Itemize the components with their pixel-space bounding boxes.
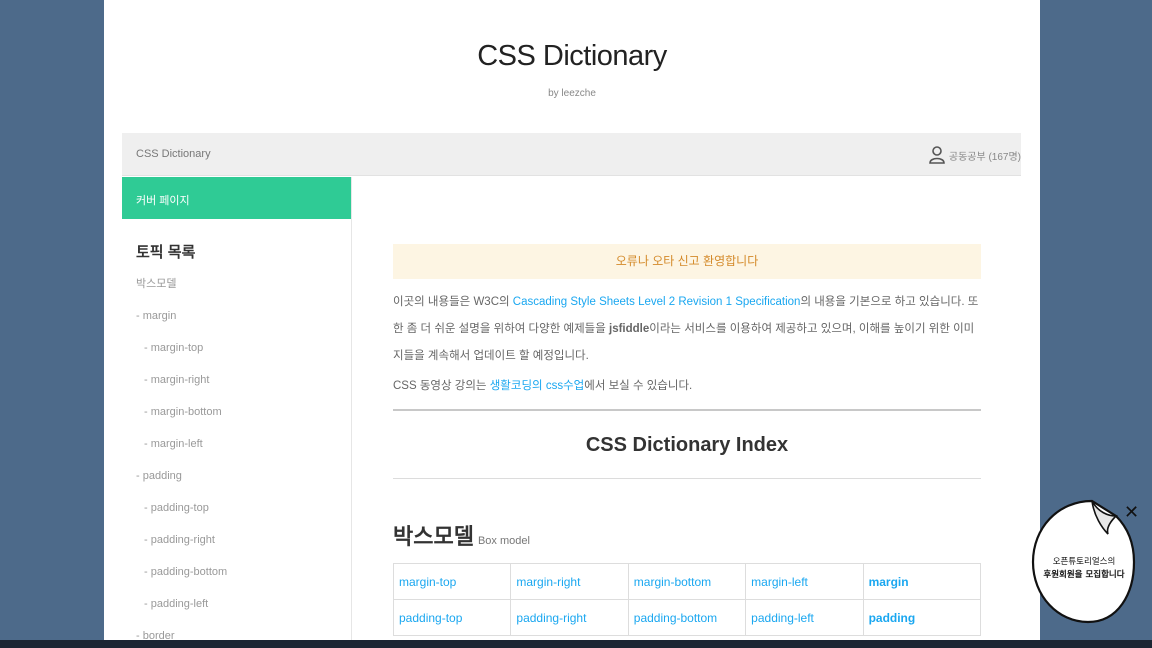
topbar-title[interactable]: CSS Dictionary bbox=[136, 148, 211, 160]
topic-list-heading: 토픽 목록 bbox=[136, 244, 196, 261]
table-cell-link[interactable]: padding-bottom bbox=[627, 599, 747, 636]
topic-item-padding[interactable]: - padding bbox=[136, 469, 227, 501]
css-lecture-link[interactable]: 생활코딩의 css수업 bbox=[490, 380, 585, 392]
topic-item-margin[interactable]: - margin bbox=[136, 309, 227, 341]
topic-item-padding-bottom[interactable]: - padding-bottom bbox=[136, 565, 227, 597]
box-model-heading: 박스모델 Box model bbox=[393, 519, 981, 551]
table-cell-link[interactable]: padding-left bbox=[745, 599, 864, 636]
member-count-label: 공동공부 (167명) bbox=[948, 151, 1021, 163]
table-row: margin-top margin-right margin-bottom ma… bbox=[392, 563, 982, 600]
cover-page-button[interactable]: 커버 페이지 bbox=[122, 177, 351, 219]
site-byline: by leezche bbox=[548, 88, 596, 99]
window-bottom-bar bbox=[0, 640, 1152, 648]
topic-item-margin-left[interactable]: - margin-left bbox=[136, 437, 227, 469]
table-cell-link[interactable]: margin-left bbox=[745, 563, 864, 600]
topic-item-border[interactable]: - border bbox=[136, 629, 227, 640]
main-content: 오류나 오타 신고 환영합니다 이곳의 내용들은 W3C의 Cascading … bbox=[392, 244, 982, 636]
table-cell-link[interactable]: margin-top bbox=[392, 563, 512, 600]
page-container: CSS Dictionary by leezche CSS Dictionary… bbox=[104, 0, 1040, 640]
user-icon bbox=[929, 146, 945, 164]
index-title: CSS Dictionary Index bbox=[393, 411, 981, 479]
topic-item-margin-right[interactable]: - margin-right bbox=[136, 373, 227, 405]
table-cell-link[interactable]: margin-right bbox=[510, 563, 629, 600]
topic-item-padding-right[interactable]: - padding-right bbox=[136, 533, 227, 565]
table-cell-link[interactable]: margin-bottom bbox=[627, 563, 747, 600]
table-cell-link[interactable]: padding-right bbox=[510, 599, 629, 636]
topic-item-margin-bottom[interactable]: - margin-bottom bbox=[136, 405, 227, 437]
lecture-paragraph: CSS 동영상 강의는 생활코딩의 css수업에서 보실 수 있습니다. bbox=[393, 376, 981, 396]
property-table: margin-top margin-right margin-bottom ma… bbox=[392, 563, 982, 636]
popup-line-1: 오픈튜토리얼스의 bbox=[1053, 556, 1116, 567]
table-cell-link[interactable]: padding bbox=[862, 599, 982, 636]
table-cell-link[interactable]: padding-top bbox=[392, 599, 512, 636]
notice-banner: 오류나 오타 신고 환영합니다 bbox=[393, 244, 981, 279]
topic-list: 박스모델 - margin - margin-top - margin-righ… bbox=[136, 277, 227, 640]
topic-item-padding-left[interactable]: - padding-left bbox=[136, 597, 227, 629]
topic-item-padding-top[interactable]: - padding-top bbox=[136, 501, 227, 533]
lecture-text-start: CSS 동영상 강의는 bbox=[393, 380, 490, 392]
close-icon[interactable]: ✕ bbox=[1124, 502, 1139, 523]
box-model-title: 박스모델 bbox=[393, 524, 474, 549]
intro-paragraph: 이곳의 내용들은 W3C의 Cascading Style Sheets Lev… bbox=[393, 289, 981, 370]
box-model-subtitle: Box model bbox=[477, 535, 530, 547]
sponsor-popup[interactable]: 오픈튜토리얼스의 후원회원을 모집합니다 bbox=[1030, 498, 1138, 626]
topic-item-box-model[interactable]: 박스모델 bbox=[136, 277, 227, 309]
popup-line-2: 후원회원을 모집합니다 bbox=[1043, 569, 1124, 580]
lecture-text-end: 에서 보실 수 있습니다. bbox=[584, 380, 693, 392]
w3c-spec-link[interactable]: Cascading Style Sheets Level 2 Revision … bbox=[513, 296, 801, 308]
topic-item-margin-top[interactable]: - margin-top bbox=[136, 341, 227, 373]
site-title[interactable]: CSS Dictionary bbox=[104, 40, 1040, 73]
sidebar: 커버 페이지 토픽 목록 박스모델 - margin - margin-top … bbox=[122, 177, 352, 640]
table-row: padding-top padding-right padding-bottom… bbox=[392, 599, 982, 636]
top-bar: CSS Dictionary 공동공부 (167명) bbox=[122, 133, 1021, 176]
jsfiddle-text: jsfiddle bbox=[609, 323, 650, 335]
table-cell-link[interactable]: margin bbox=[862, 563, 982, 600]
intro-text-start: 이곳의 내용들은 W3C의 bbox=[393, 296, 513, 308]
member-count-link[interactable]: 공동공부 (167명) bbox=[929, 146, 1021, 164]
